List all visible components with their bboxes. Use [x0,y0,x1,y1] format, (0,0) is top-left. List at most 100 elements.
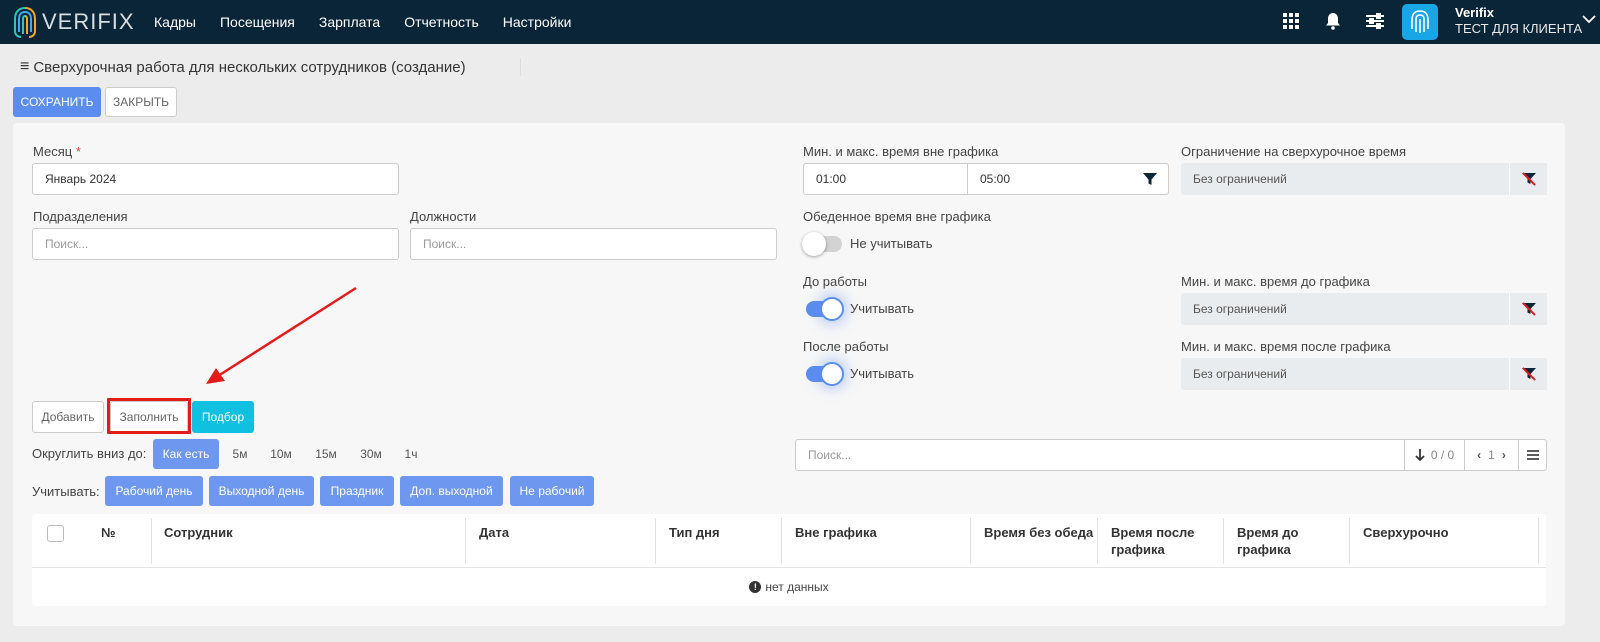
column-header-day-type[interactable]: Тип дня [669,524,720,541]
fill-button[interactable]: Заполнить [110,401,188,433]
arrow-down-icon[interactable] [1415,449,1425,461]
positions-label: Должности [410,209,477,224]
offschedule-min-input[interactable]: 01:00 [803,163,968,195]
column-header-time-after-schedule[interactable]: Время после графика [1111,524,1221,558]
column-header-date[interactable]: Дата [479,524,509,541]
add-button[interactable]: Добавить [32,401,104,433]
menu-icon[interactable]: ≡ [20,58,29,76]
apps-grid-icon[interactable] [1280,10,1302,32]
page-title-text: Сверхурочная работа для нескольких сотру… [33,58,466,76]
month-label: Месяц * [33,144,81,159]
title-divider [520,58,521,76]
nav-item-staff[interactable]: Кадры [154,14,196,30]
offschedule-label: Мин. и макс. время вне графика [803,144,999,159]
pagination: ‹ 1 › [1464,440,1518,470]
column-header-number[interactable]: № [101,524,116,541]
consider-label: Учитывать: [32,484,100,499]
prev-page-icon[interactable]: ‹ [1477,448,1481,462]
lunch-toggle[interactable] [802,232,842,256]
rounding-option-5m[interactable]: 5м [225,439,255,469]
before-work-label: До работы [803,274,867,289]
column-menu-button[interactable] [1518,440,1547,470]
positions-search-input[interactable]: Поиск... [410,228,777,260]
main-nav: Кадры Посещения Зарплата Отчетность Наст… [154,0,595,44]
overtime-limit-label: Ограничение на сверхурочное время [1181,144,1407,159]
list-menu-icon [1527,450,1539,460]
clear-before-range-button[interactable] [1509,293,1547,325]
user-avatar[interactable] [1402,4,1438,40]
overtime-limit-field[interactable]: Без ограничений [1181,163,1509,195]
fingerprint-avatar-icon [1411,10,1429,33]
nav-item-attendance[interactable]: Посещения [220,14,295,30]
lunch-label: Обеденное время вне графика [803,209,991,224]
after-range-field[interactable]: Без ограничений [1181,358,1509,390]
rounding-option-15m[interactable]: 15м [309,439,343,469]
consider-nonworking-button[interactable]: Не рабочий [510,476,594,506]
after-work-toggle-label: Учитывать [850,366,915,381]
rounding-option-1h[interactable]: 1ч [398,439,424,469]
table-search-bar: Поиск... 0 / 0 ‹ 1 › [795,439,1547,471]
overtime-table: № Сотрудник Дата Тип дня Вне графика Вре… [32,514,1546,606]
before-range-label: Мин. и макс. время до графика [1181,274,1370,289]
consider-extra-dayoff-button[interactable]: Доп. выходной [400,476,503,506]
empty-state-text: нет данных [765,580,829,594]
filter-icon [1142,172,1157,185]
logo-text: VERIFIX [42,9,135,34]
column-header-time-before-schedule[interactable]: Время до графика [1237,524,1337,558]
select-button[interactable]: Подбор [192,401,254,433]
column-header-overtime[interactable]: Сверхурочно [1363,524,1449,541]
bell-icon[interactable] [1322,10,1344,32]
save-button[interactable]: СОХРАНИТЬ [13,87,101,117]
table-header: № Сотрудник Дата Тип дня Вне графика Вре… [32,514,1546,568]
month-field[interactable]: Январь 2024 [32,163,399,195]
after-work-label: После работы [803,339,889,354]
user-info[interactable]: Verifix ТЕСТ ДЛЯ КЛИЕНТА [1455,5,1582,37]
empty-state: ! нет данных [32,580,1546,594]
rounding-option-10m[interactable]: 10м [264,439,298,469]
page-title: ≡ Сверхурочная работа для нескольких сот… [20,58,466,76]
column-header-off-schedule[interactable]: Вне графика [795,524,877,541]
consider-workday-button[interactable]: Рабочий день [105,476,203,506]
divisions-search-input[interactable]: Поиск... [32,228,399,260]
consider-dayoff-button[interactable]: Выходной день [209,476,314,506]
consider-holiday-button[interactable]: Праздник [320,476,394,506]
column-header-time-without-lunch[interactable]: Время без обеда [984,524,1093,541]
rounding-option-30m[interactable]: 30м [354,439,388,469]
info-icon: ! [749,581,762,593]
before-work-toggle-label: Учитывать [850,301,915,316]
chevron-down-icon[interactable] [1582,14,1596,24]
filter-button[interactable] [1131,163,1169,195]
clear-filter-button[interactable] [1509,163,1547,195]
offschedule-max-input[interactable]: 05:00 [967,163,1132,195]
clear-after-range-button[interactable] [1509,358,1547,390]
rounding-label: Округлить вниз до: [32,446,147,461]
select-all-checkbox[interactable] [47,525,64,542]
after-range-label: Мин. и макс. время после графика [1181,339,1391,354]
nav-item-salary[interactable]: Зарплата [319,14,380,30]
result-counter: 0 / 0 [1404,440,1464,470]
filter-clear-icon [1521,367,1536,381]
month-label-text: Месяц [33,144,73,159]
after-work-toggle[interactable] [806,362,844,386]
before-work-toggle[interactable] [806,297,844,321]
column-header-employee[interactable]: Сотрудник [164,524,233,541]
next-page-icon[interactable]: › [1502,448,1506,462]
filter-clear-icon [1521,172,1536,186]
nav-item-reports[interactable]: Отчетность [404,14,479,30]
sliders-icon[interactable] [1364,10,1386,32]
fingerprint-logo-icon [14,7,36,38]
divisions-label: Подразделения [33,209,128,224]
table-search-input[interactable]: Поиск... [808,448,851,462]
required-asterisk: * [75,144,81,159]
rounding-option-as-is[interactable]: Как есть [153,439,219,469]
lunch-toggle-label: Не учитывать [850,236,933,251]
filter-clear-icon [1521,302,1536,316]
before-range-field[interactable]: Без ограничений [1181,293,1509,325]
verifix-logo[interactable]: VERIFIX [12,5,135,39]
page-number: 1 [1488,448,1495,462]
close-button[interactable]: ЗАКРЫТЬ [105,87,177,117]
user-name: Verifix [1455,5,1495,20]
user-company: ТЕСТ ДЛЯ КЛИЕНТА [1455,21,1583,36]
nav-item-settings[interactable]: Настройки [503,14,572,30]
counter-text: 0 / 0 [1430,448,1455,462]
